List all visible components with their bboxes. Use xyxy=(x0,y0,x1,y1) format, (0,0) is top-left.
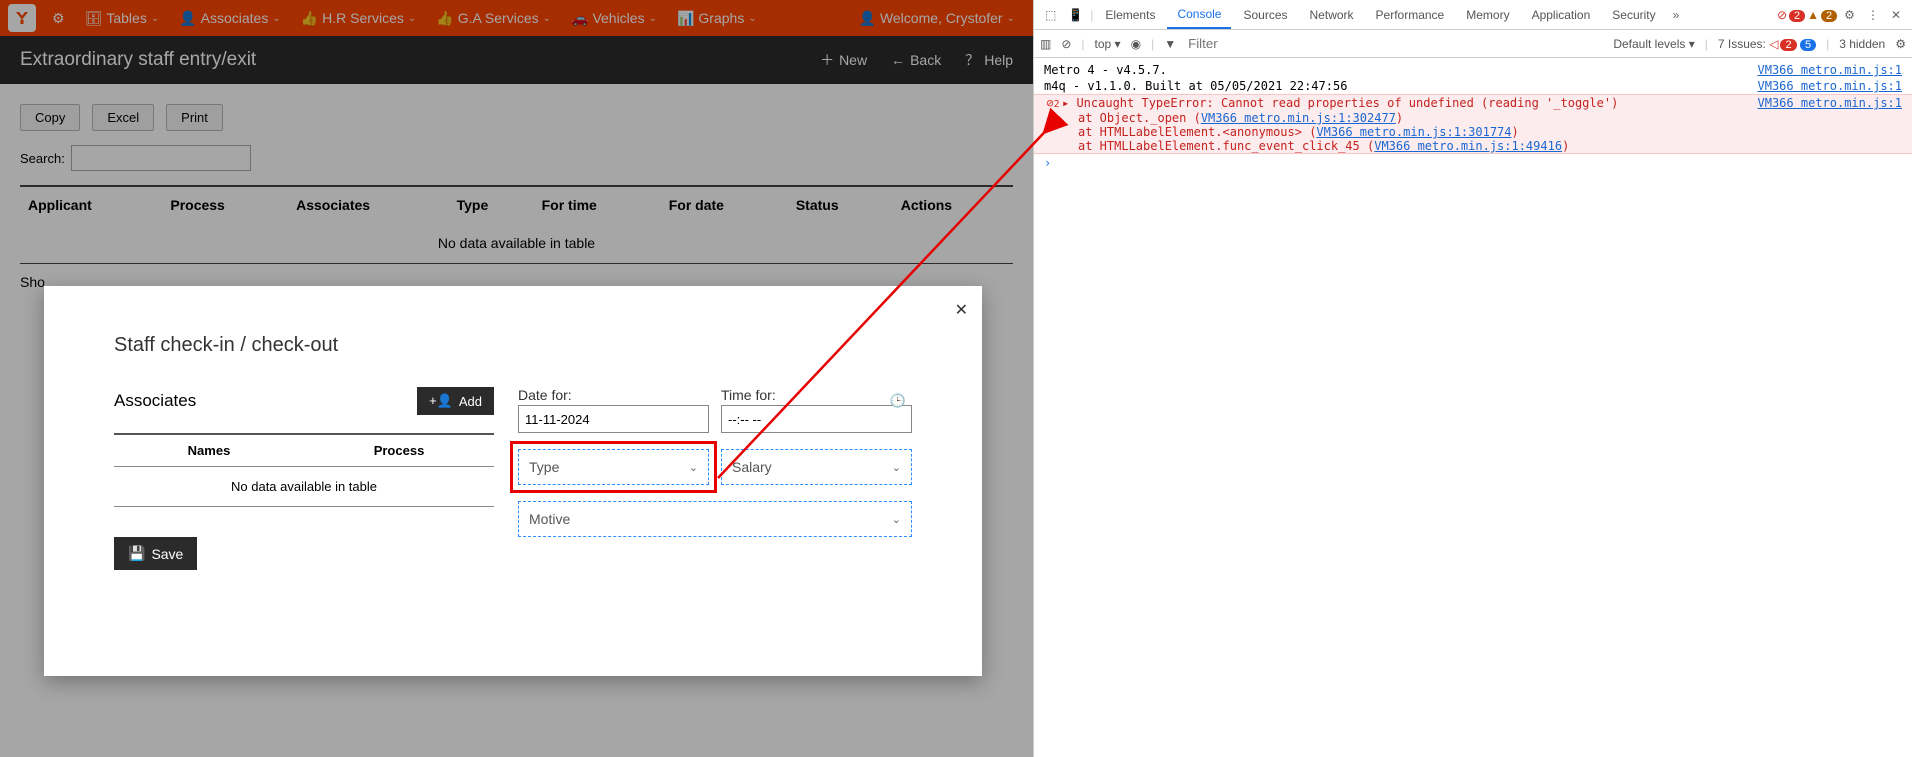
source-link[interactable]: VM366 metro.min.js:1:302477 xyxy=(1201,111,1396,125)
error-message[interactable]: ▸ Uncaught TypeError: Cannot read proper… xyxy=(1062,96,1758,110)
device-icon[interactable]: 📱 xyxy=(1063,8,1088,22)
source-link[interactable]: VM366 metro.min.js:1 xyxy=(1758,63,1903,77)
error-counter[interactable]: ⊘2 xyxy=(1777,8,1805,22)
type-dropdown[interactable]: Type⌄ xyxy=(518,449,709,485)
stack-line: at HTMLLabelElement.func_event_click_45 … xyxy=(1034,139,1912,153)
associates-heading: Associates xyxy=(114,391,196,411)
eye-icon[interactable]: ◉ xyxy=(1131,37,1141,51)
chevron-down-icon: ⌄ xyxy=(892,513,901,526)
col-names: Names xyxy=(114,443,304,458)
devtools-tabs: ⬚ 📱 | Elements Console Sources Network P… xyxy=(1034,0,1912,30)
chevron-down-icon: ⌄ xyxy=(689,461,698,474)
tab-application[interactable]: Application xyxy=(1522,0,1601,29)
inspect-icon[interactable]: ⬚ xyxy=(1040,8,1061,22)
tab-elements[interactable]: Elements xyxy=(1095,0,1165,29)
date-label: Date for: xyxy=(518,387,709,403)
close-icon[interactable]: ✕ xyxy=(955,300,968,320)
stack-line: at Object._open (VM366 metro.min.js:1:30… xyxy=(1034,111,1912,125)
source-link[interactable]: VM366 metro.min.js:1:301774 xyxy=(1316,125,1511,139)
time-label: Time for: xyxy=(721,387,912,403)
console-toolbar: ▥ ⊘ | top ▾ ◉ | ▼ Default levels ▾ | 7 I… xyxy=(1034,30,1912,58)
tab-console[interactable]: Console xyxy=(1167,0,1231,29)
console-prompt[interactable]: › xyxy=(1034,154,1912,172)
devtools-panel: ⬚ 📱 | Elements Console Sources Network P… xyxy=(1033,0,1912,757)
tab-network[interactable]: Network xyxy=(1300,0,1364,29)
tab-security[interactable]: Security xyxy=(1602,0,1665,29)
log-line: m4q - v1.1.0. Built at 05/05/2021 22:47:… xyxy=(1044,79,1758,93)
log-line: Metro 4 - v4.5.7. xyxy=(1044,63,1758,77)
gear-icon[interactable]: ⚙ xyxy=(1895,37,1906,51)
source-link[interactable]: VM366 metro.min.js:1:49416 xyxy=(1374,139,1562,153)
issues-link[interactable]: 7 Issues: ◁2 5 xyxy=(1718,37,1816,51)
modal-table-nodata: No data available in table xyxy=(114,467,494,507)
clear-icon[interactable]: ⊘ xyxy=(1061,37,1071,51)
filter-icon: ▼ xyxy=(1164,37,1176,51)
date-input[interactable] xyxy=(518,405,709,433)
tab-sources[interactable]: Sources xyxy=(1233,0,1297,29)
tab-performance[interactable]: Performance xyxy=(1366,0,1455,29)
settings-icon[interactable]: ⚙ xyxy=(1839,8,1860,22)
add-button[interactable]: +👤Add xyxy=(417,387,494,415)
tab-memory[interactable]: Memory xyxy=(1456,0,1519,29)
modal-title: Staff check-in / check-out xyxy=(114,334,912,357)
kebab-icon[interactable]: ⋮ xyxy=(1862,8,1884,22)
motive-dropdown[interactable]: Motive⌄ xyxy=(518,501,912,537)
error-icon: ⊘2 xyxy=(1044,96,1062,110)
modal-dialog: ✕ Staff check-in / check-out Associates … xyxy=(44,286,982,676)
context-selector[interactable]: top ▾ xyxy=(1095,37,1121,51)
save-button[interactable]: 💾Save xyxy=(114,537,197,570)
plus-user-icon: +👤 xyxy=(429,393,453,409)
stack-line: at HTMLLabelElement.<anonymous> (VM366 m… xyxy=(1034,125,1912,139)
levels-dropdown[interactable]: Default levels ▾ xyxy=(1613,37,1694,51)
sidebar-toggle-icon[interactable]: ▥ xyxy=(1040,37,1051,51)
hidden-count[interactable]: 3 hidden xyxy=(1839,37,1885,51)
clock-icon[interactable]: 🕒 xyxy=(890,393,906,409)
warning-counter[interactable]: ▲2 xyxy=(1807,8,1837,22)
more-tabs-icon[interactable]: » xyxy=(1668,8,1685,22)
close-icon[interactable]: ✕ xyxy=(1886,8,1906,22)
source-link[interactable]: VM366 metro.min.js:1 xyxy=(1758,96,1903,110)
chevron-down-icon: ⌄ xyxy=(892,461,901,474)
filter-input[interactable] xyxy=(1186,34,1426,54)
source-link[interactable]: VM366 metro.min.js:1 xyxy=(1758,79,1903,93)
save-icon: 💾 xyxy=(128,545,145,562)
col-process: Process xyxy=(304,443,494,458)
salary-dropdown[interactable]: Salary⌄ xyxy=(721,449,912,485)
console-output: Metro 4 - v4.5.7.VM366 metro.min.js:1 m4… xyxy=(1034,58,1912,757)
time-input[interactable] xyxy=(721,405,912,433)
